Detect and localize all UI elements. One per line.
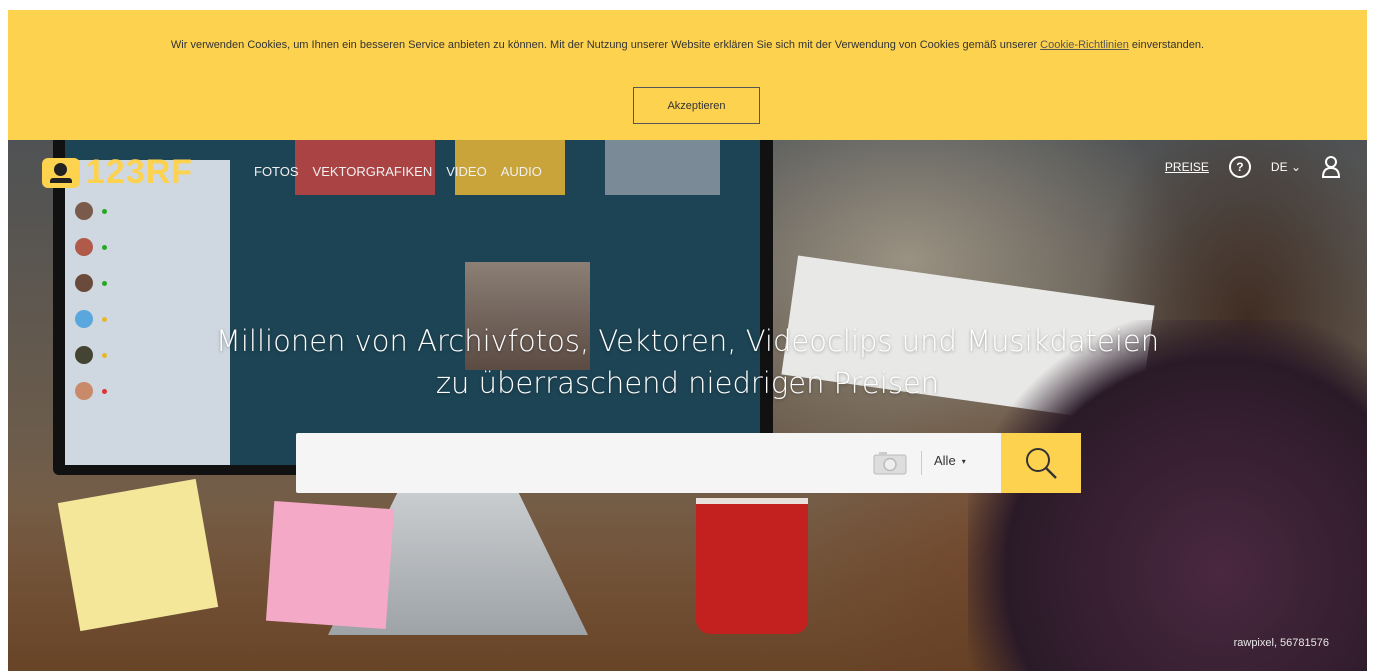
nav-fotos[interactable]: FOTOS: [254, 164, 299, 179]
logo-camera-icon: [42, 157, 80, 188]
sticky-note-yellow: [57, 478, 219, 632]
contact-list-graphic: [65, 160, 230, 465]
camera-icon[interactable]: [873, 451, 907, 479]
user-icon[interactable]: [1321, 156, 1341, 178]
search-button[interactable]: [1001, 433, 1081, 493]
photo-credit: rawpixel, 56781576: [1233, 637, 1329, 649]
question-circle-icon[interactable]: ?: [1228, 156, 1251, 178]
language-selector[interactable]: DE ⌄: [1271, 160, 1301, 174]
category-dropdown[interactable]: Alle ▾: [934, 453, 966, 468]
chevron-down-icon: ⌄: [1290, 160, 1301, 174]
nav-vektorgrafiken[interactable]: VEKTORGRAFIKEN: [313, 164, 433, 179]
cookie-text-before: Wir verwenden Cookies, um Ihnen ein bess…: [170, 39, 1038, 51]
page-frame: Wir verwenden Cookies, um Ihnen ein bess…: [8, 10, 1367, 671]
sticky-note-pink: [265, 500, 395, 630]
magnifier-icon: [1026, 448, 1057, 479]
coffee-mug: [696, 498, 808, 634]
contact-graphic: [75, 238, 225, 260]
search-input[interactable]: [308, 441, 852, 487]
contact-graphic: [75, 274, 225, 296]
nav-video[interactable]: VIDEO: [446, 164, 486, 179]
cookie-text-after: einverstanden.: [1131, 39, 1205, 51]
logo-text: 123RF: [86, 153, 194, 191]
headline-line-2: zu überraschend niedrigen Preisen: [435, 366, 940, 400]
category-label: Alle: [934, 453, 956, 468]
search-bar: Alle ▾: [296, 433, 1081, 493]
caret-down-icon: ▾: [961, 457, 966, 467]
header-right: PREISE ? DE ⌄: [1165, 156, 1341, 178]
search-divider: [921, 451, 922, 475]
language-label: DE: [1270, 160, 1288, 174]
site-header: 123RF FOTOS VEKTORGRAFIKEN VIDEO AUDIO P…: [8, 140, 1367, 200]
nav-audio[interactable]: AUDIO: [501, 164, 542, 179]
hero-section: 123RF FOTOS VEKTORGRAFIKEN VIDEO AUDIO P…: [8, 140, 1367, 671]
cookie-message: Wir verwenden Cookies, um Ihnen ein bess…: [48, 30, 1327, 61]
contact-graphic: [75, 202, 225, 224]
hero-headline: Millionen von Archivfotos, Vektoren, Vid…: [8, 320, 1367, 404]
main-nav: FOTOS VEKTORGRAFIKEN VIDEO AUDIO: [254, 164, 542, 179]
cookie-banner: Wir verwenden Cookies, um Ihnen ein bess…: [8, 10, 1367, 140]
cookie-policy-link[interactable]: Cookie-Richtlinien: [1040, 39, 1129, 51]
pricing-link[interactable]: PREISE: [1165, 160, 1209, 174]
logo[interactable]: 123RF: [42, 153, 193, 192]
headline-line-1: Millionen von Archivfotos, Vektoren, Vid…: [215, 324, 1160, 358]
accept-cookies-button[interactable]: Akzeptieren: [633, 87, 760, 124]
